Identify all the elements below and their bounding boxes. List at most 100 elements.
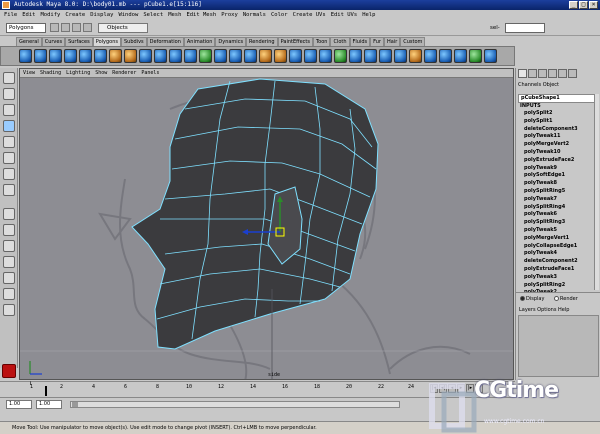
- maximize-button[interactable]: □: [579, 1, 588, 9]
- soften-edge-icon[interactable]: [259, 49, 272, 63]
- menu-edit-uvs[interactable]: Edit UVs: [331, 10, 358, 20]
- history-item[interactable]: polySplitRing4: [524, 204, 578, 212]
- menu-create[interactable]: Create: [65, 10, 85, 20]
- tab-subdivs[interactable]: Subdivs: [121, 37, 147, 46]
- freeze-transforms-icon[interactable]: [469, 49, 482, 63]
- tab-fluids[interactable]: Fluids: [349, 37, 371, 46]
- history-item[interactable]: polyTweak10: [524, 149, 578, 157]
- side-viewport[interactable]: View Shading Lighting Show Renderer Pane…: [19, 68, 514, 380]
- menu-proxy[interactable]: Proxy: [221, 10, 238, 20]
- play-forward-icon[interactable]: ▸: [457, 384, 465, 393]
- menu-help[interactable]: Help: [362, 10, 375, 20]
- history-item[interactable]: polyExtrudeFace2: [524, 157, 578, 165]
- history-item[interactable]: polyTweak9: [524, 165, 578, 173]
- persp-graph-layout-icon[interactable]: [3, 256, 15, 268]
- triangulate-icon[interactable]: [304, 49, 317, 63]
- history-item[interactable]: polySplitRing2: [524, 282, 578, 290]
- four-pane-layout-icon[interactable]: [3, 224, 15, 236]
- poly-sphere-icon[interactable]: [19, 49, 32, 63]
- channel-box-scrollbar[interactable]: [594, 94, 599, 290]
- menu-select[interactable]: Select: [143, 10, 163, 20]
- history-item[interactable]: polyTweak4: [524, 250, 578, 258]
- layer-help-menu[interactable]: Help: [558, 307, 569, 313]
- go-to-start-icon[interactable]: |◂: [430, 384, 438, 393]
- scale-tool-icon[interactable]: [3, 152, 15, 164]
- tab-surfaces[interactable]: Surfaces: [65, 37, 93, 46]
- spherical-map-icon[interactable]: [379, 49, 392, 63]
- automatic-map-icon[interactable]: [394, 49, 407, 63]
- tool-settings-icon[interactable]: [538, 69, 547, 78]
- tab-painteffects[interactable]: PaintEffects: [277, 37, 313, 46]
- history-item[interactable]: polyTweak3: [524, 274, 578, 282]
- layer-editor-icon[interactable]: [548, 69, 557, 78]
- history-item[interactable]: polyTweak6: [524, 211, 578, 219]
- history-item[interactable]: polyMergeVert1: [524, 235, 578, 243]
- menu-edit-mesh[interactable]: Edit Mesh: [186, 10, 216, 20]
- step-forward-icon[interactable]: |▸: [466, 384, 474, 393]
- hypershade-layout-icon[interactable]: [3, 288, 15, 300]
- last-tool-icon[interactable]: [3, 184, 15, 196]
- tab-toon[interactable]: Toon: [312, 37, 331, 46]
- range-start-field[interactable]: 1.00: [6, 400, 32, 409]
- selection-mode-dropdown[interactable]: Objects: [98, 23, 148, 33]
- combine-icon[interactable]: [109, 49, 122, 63]
- side-by-side-layout-icon[interactable]: [3, 240, 15, 252]
- history-item[interactable]: polyExtrudeFace1: [524, 266, 578, 274]
- history-item[interactable]: polyCollapseEdge1: [524, 243, 578, 251]
- history-item[interactable]: polyMergeVert2: [524, 141, 578, 149]
- channels-menu[interactable]: Channels: [518, 82, 541, 88]
- hypergraph-icon[interactable]: [568, 69, 577, 78]
- rotate-tool-icon[interactable]: [3, 136, 15, 148]
- display-layers-radio[interactable]: Display: [520, 296, 544, 303]
- bevel-icon[interactable]: [229, 49, 242, 63]
- paint-select-icon[interactable]: [3, 104, 15, 116]
- new-scene-icon[interactable]: [50, 23, 59, 32]
- history-item[interactable]: polySplitRing5: [524, 188, 578, 196]
- tab-hair[interactable]: Hair: [383, 37, 401, 46]
- menu-normals[interactable]: Normals: [243, 10, 266, 20]
- delete-history-icon[interactable]: [439, 49, 452, 63]
- history-item[interactable]: polySplitRing3: [524, 219, 578, 227]
- cylindrical-map-icon[interactable]: [364, 49, 377, 63]
- mirror-geometry-icon[interactable]: [334, 49, 347, 63]
- history-item[interactable]: polyTweak11: [524, 133, 578, 141]
- history-item[interactable]: polySplit1: [524, 118, 578, 126]
- bridge-icon[interactable]: [154, 49, 167, 63]
- current-time-marker[interactable]: [45, 386, 47, 396]
- quick-select-field[interactable]: [505, 23, 545, 33]
- history-item[interactable]: deleteComponent2: [524, 258, 578, 266]
- tab-custom[interactable]: Custom: [400, 37, 426, 46]
- object-menu[interactable]: Object: [543, 82, 559, 88]
- tab-rendering[interactable]: Rendering: [246, 37, 278, 46]
- center-pivot-icon[interactable]: [454, 49, 467, 63]
- menu-mesh[interactable]: Mesh: [168, 10, 181, 20]
- hierarchy-mode-icon[interactable]: [83, 23, 92, 32]
- selected-node[interactable]: pCubeShape1: [518, 94, 599, 103]
- menu-edit[interactable]: Edit: [22, 10, 35, 20]
- tab-curves[interactable]: Curves: [41, 37, 66, 46]
- open-scene-icon[interactable]: [61, 23, 70, 32]
- tab-general[interactable]: General: [16, 37, 42, 46]
- hypershade-icon[interactable]: [484, 49, 497, 63]
- manipulator-icon[interactable]: [3, 168, 15, 180]
- step-back-icon[interactable]: ◂|: [439, 384, 447, 393]
- uv-editor-icon[interactable]: [409, 49, 422, 63]
- layers-menu[interactable]: Layers: [519, 307, 536, 313]
- poly-cone-icon[interactable]: [64, 49, 77, 63]
- lasso-tool-icon[interactable]: [3, 88, 15, 100]
- menu-display[interactable]: Display: [90, 10, 113, 20]
- tab-cloth[interactable]: Cloth: [330, 37, 350, 46]
- merge-icon[interactable]: [214, 49, 227, 63]
- history-item[interactable]: deleteComponent3: [524, 126, 578, 134]
- sculpt-tool-icon[interactable]: [424, 49, 437, 63]
- save-scene-icon[interactable]: [72, 23, 81, 32]
- attribute-editor-icon[interactable]: [528, 69, 537, 78]
- history-item[interactable]: polySoftEdge1: [524, 172, 578, 180]
- smooth-icon[interactable]: [244, 49, 257, 63]
- tab-fur[interactable]: Fur: [370, 37, 384, 46]
- menu-create-uvs[interactable]: Create UVs: [293, 10, 326, 20]
- tab-deformation[interactable]: Deformation: [146, 37, 184, 46]
- extrude-icon[interactable]: [139, 49, 152, 63]
- poly-torus-icon[interactable]: [94, 49, 107, 63]
- channel-box-icon[interactable]: [518, 69, 527, 78]
